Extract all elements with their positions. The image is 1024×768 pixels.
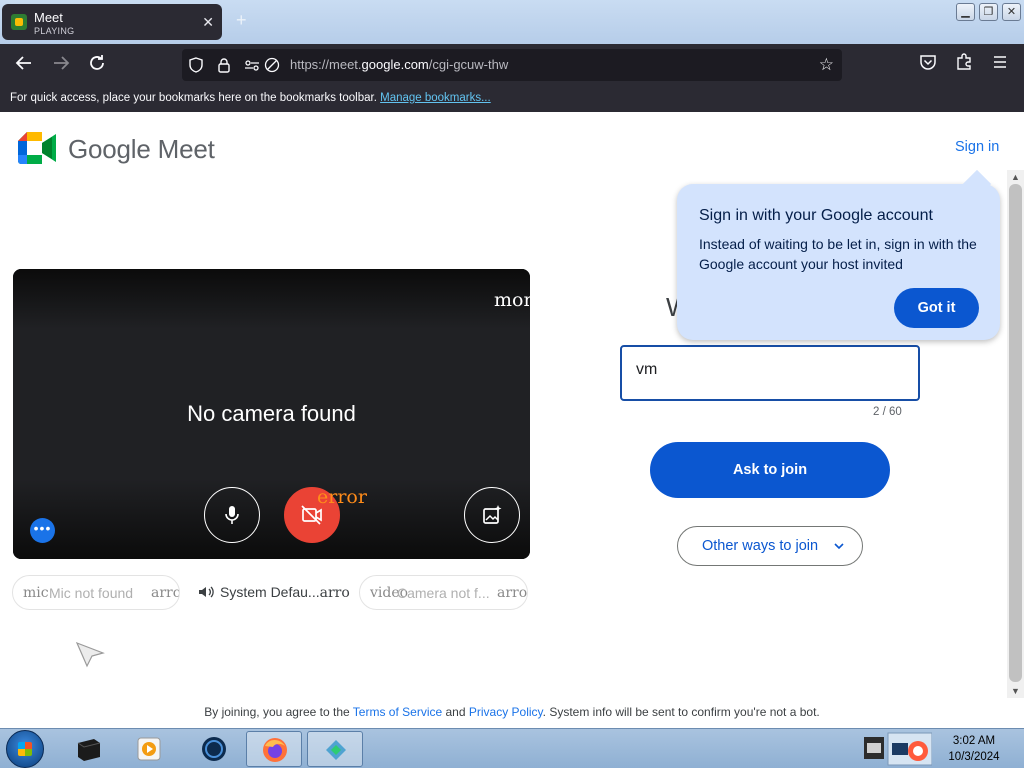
privacy-policy-link[interactable]: Privacy Policy <box>469 705 543 719</box>
footer-and-text: and <box>442 705 469 719</box>
more-options-button[interactable]: ••• <box>30 518 55 543</box>
preview-bottom-gradient <box>13 479 530 559</box>
mouse-cursor-icon <box>76 642 105 668</box>
tab-playing-label: PLAYING <box>34 26 75 36</box>
preview-top-gradient <box>13 269 530 329</box>
clock-time: 3:02 AM <box>952 735 996 747</box>
reload-button[interactable] <box>85 53 109 77</box>
taskbar-network-app[interactable] <box>186 731 242 767</box>
other-ways-label: Other ways to join <box>702 538 819 554</box>
tab-meet[interactable]: Meet PLAYING ✕ <box>2 4 222 40</box>
scroll-up-arrow-icon[interactable]: ▲ <box>1009 172 1022 182</box>
bookmarks-toolbar: For quick access, place your bookmarks h… <box>0 86 1024 112</box>
tray-icons[interactable] <box>862 731 933 767</box>
sign-in-link[interactable]: Sign in <box>955 139 999 155</box>
back-button[interactable] <box>12 53 36 77</box>
firefox-icon <box>263 738 287 762</box>
browser-titlebar: Meet PLAYING ✕ + ▁ ❐ ✕ <box>0 0 1024 44</box>
mic-overlay-text: mic <box>23 585 49 601</box>
taskbar-terminal[interactable] <box>61 731 117 767</box>
forward-button[interactable] <box>49 53 73 77</box>
taskbar-firefox[interactable] <box>246 731 302 767</box>
speaker-arrow-text: arro <box>319 585 350 601</box>
got-it-button[interactable]: Got it <box>894 288 979 328</box>
speaker-icon <box>199 586 214 598</box>
tab-close-icon[interactable]: ✕ <box>202 14 214 31</box>
bookmarks-hint: For quick access, place your bookmarks h… <box>10 92 377 104</box>
desktop: Meet PLAYING ✕ + ▁ ❐ ✕ https://meet.goog… <box>0 0 1024 768</box>
visual-effects-button[interactable] <box>464 487 520 543</box>
bookmark-star-icon[interactable]: ☆ <box>819 55 834 75</box>
manage-bookmarks-link[interactable]: Manage bookmarks... <box>380 92 491 104</box>
ask-to-join-button[interactable]: Ask to join <box>650 442 890 498</box>
start-button[interactable] <box>6 730 44 768</box>
camera-arrow-text: arro <box>497 585 528 601</box>
camera-blocked-icon[interactable] <box>264 57 280 73</box>
url-text[interactable]: https://meet.google.com/cgi-gcuw-thw <box>290 57 508 72</box>
page-scrollbar[interactable]: ▲ ▼ <box>1007 170 1024 698</box>
hamburger-icon <box>994 56 1006 68</box>
browser-navbar: https://meet.google.com/cgi-gcuw-thw ☆ <box>0 44 1024 86</box>
mic-select-label: Mic not found <box>49 585 134 601</box>
minimize-button[interactable]: ▁ <box>956 3 975 21</box>
name-input[interactable] <box>636 361 906 379</box>
tooltip-body: Instead of waiting to be let in, sign in… <box>699 236 977 272</box>
windows-taskbar: 3:02 AM 10/3/2024 <box>0 728 1024 768</box>
close-window-button[interactable]: ✕ <box>1002 3 1021 21</box>
scroll-down-arrow-icon[interactable]: ▼ <box>1009 686 1022 696</box>
chevron-down-icon <box>834 527 844 581</box>
forward-arrow-icon <box>54 56 70 70</box>
system-tray <box>862 731 933 768</box>
tooltip-title: Sign in with your Google account <box>699 207 933 224</box>
microphone-icon <box>225 506 239 524</box>
tab-title: Meet <box>34 10 63 25</box>
microphone-button[interactable] <box>204 487 260 543</box>
footer-post-text: . System info will be sent to confirm yo… <box>542 705 820 719</box>
sign-in-tooltip: Sign in with your Google account Instead… <box>677 184 1000 340</box>
overlay-text-error: error <box>317 486 367 508</box>
microphone-select-chip[interactable]: mic Mic not found arro <box>12 575 180 610</box>
overlay-text-top: mon <box>494 289 530 311</box>
permissions-icon[interactable] <box>244 57 260 73</box>
clock-date: 10/3/2024 <box>948 751 1000 763</box>
taskbar-explorer[interactable] <box>307 731 363 767</box>
no-camera-message: No camera found <box>187 401 356 426</box>
new-tab-button[interactable]: + <box>236 10 247 31</box>
taskbar-media-player[interactable] <box>121 731 177 767</box>
pocket-icon <box>920 55 936 70</box>
back-arrow-icon <box>15 56 31 70</box>
meet-favicon-icon <box>11 14 27 30</box>
google-meet-wordmark: Google Meet <box>68 134 215 164</box>
restore-button[interactable]: ❐ <box>979 3 998 21</box>
name-input-field[interactable] <box>620 345 920 401</box>
camera-preview: mon No camera found error ••• <box>13 269 530 559</box>
extensions-button[interactable] <box>952 53 976 77</box>
effects-sparkle-icon <box>483 505 502 524</box>
puzzle-icon <box>957 53 971 70</box>
name-char-counter: 2 / 60 <box>873 406 902 418</box>
terms-footer: By joining, you agree to the Terms of Se… <box>0 705 1024 719</box>
menu-button[interactable] <box>988 53 1012 77</box>
app-grid-icon <box>326 740 346 760</box>
meet-page: Google Meet Sign in mon No camera found … <box>0 112 1024 728</box>
lock-icon[interactable] <box>216 57 232 73</box>
reload-icon <box>90 55 104 70</box>
google-meet-logo-icon <box>18 132 56 164</box>
media-player-icon <box>137 737 161 761</box>
speaker-select-chip[interactable]: System Defau...arro <box>198 584 350 601</box>
camera-select-chip[interactable]: video Camera not f... arro <box>359 575 528 610</box>
globe-app-icon <box>202 737 226 761</box>
terms-of-service-link[interactable]: Terms of Service <box>353 705 442 719</box>
mic-arrow-text: arro <box>151 585 180 601</box>
taskbar-clock[interactable]: 3:02 AM 10/3/2024 <box>935 733 1013 765</box>
address-bar[interactable]: https://meet.google.com/cgi-gcuw-thw ☆ <box>182 49 842 81</box>
speaker-select-label: System Defau... <box>220 584 320 600</box>
terminal-app-icon <box>77 739 101 761</box>
footer-pre-text: By joining, you agree to the <box>204 705 353 719</box>
scrollbar-thumb[interactable] <box>1009 184 1022 682</box>
shield-icon[interactable] <box>188 57 204 73</box>
pocket-button[interactable] <box>916 53 940 77</box>
other-ways-to-join-button[interactable]: Other ways to join <box>677 526 863 566</box>
camera-select-label: Camera not f... <box>397 585 490 601</box>
